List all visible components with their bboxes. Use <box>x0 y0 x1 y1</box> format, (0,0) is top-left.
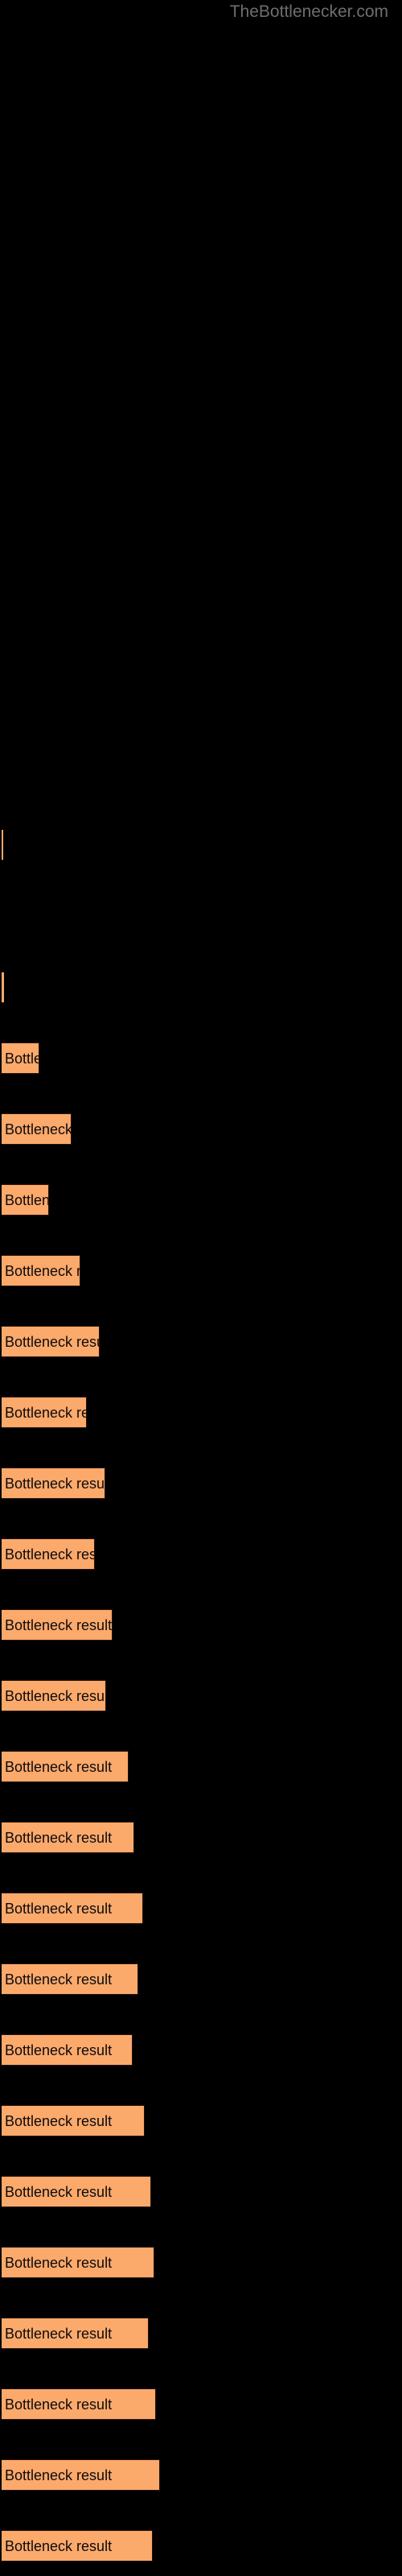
bottleneck-bar-chart: Bottleneck result Bottleneck result Bottle… <box>0 0 402 2576</box>
bar-bottleneck-result[interactable]: Bottleneck result <box>2 2034 133 2066</box>
bar-bottleneck-result[interactable]: Bottleneck result <box>2 2247 154 2278</box>
bar-bottleneck-result[interactable]: Bottleneck result <box>2 2176 151 2207</box>
bar-label: Bottleneck result <box>5 1333 99 1350</box>
bar-label: Bottleneck result <box>5 1971 113 1988</box>
bar-label: Bottleneck result <box>5 1687 106 1704</box>
bar-label: Bottleneck result <box>5 1050 39 1067</box>
bar-bottleneck-result[interactable]: Bottleneck result <box>2 1184 49 1216</box>
bar-bottleneck-result[interactable]: Bottleneck result <box>2 1326 100 1357</box>
bar-label: Bottleneck result <box>5 2041 113 2058</box>
bar-label: Bottleneck result <box>5 2254 113 2271</box>
bar-label: Bottleneck result <box>5 2467 113 2483</box>
bar-bottleneck-result[interactable]: Bottleneck result <box>2 2459 160 2491</box>
bar-bottleneck-result[interactable]: Bottleneck result <box>2 1042 39 1074</box>
bar-bottleneck-result[interactable]: Bottleneck result <box>2 1963 138 1995</box>
bar-label: Bottleneck result <box>5 1262 80 1279</box>
bar-label: Bottleneck result <box>5 1475 105 1492</box>
bar-label: Bottleneck result <box>5 1191 49 1208</box>
bar-bottleneck-result[interactable]: Bottleneck result <box>2 1822 134 1853</box>
bar-bottleneck-result[interactable]: Bottleneck result <box>2 1538 95 1570</box>
bar-label: Bottleneck result <box>5 2325 113 2342</box>
bar-label: Bottleneck result <box>5 1546 95 1563</box>
bar-bottleneck-result[interactable]: Bottleneck result <box>2 1255 80 1286</box>
bar-label: Bottleneck result <box>5 2112 113 2129</box>
bar-bottleneck-result[interactable]: Bottleneck result <box>2 1609 113 1641</box>
bar-bottleneck-result[interactable]: Bottleneck result <box>2 1680 106 1711</box>
bar-label: Bottleneck result <box>5 1404 86 1421</box>
bar-bottleneck-result[interactable]: Bottleneck result <box>2 1468 105 1499</box>
bar-label: Bottleneck result <box>5 1758 113 1775</box>
bar-bottleneck-result[interactable]: Bottleneck result <box>2 972 4 1003</box>
bar-bottleneck-result[interactable]: Bottleneck result <box>2 2388 156 2420</box>
bar-bottleneck-result[interactable]: Bottleneck result <box>2 1893 143 1924</box>
bar-bottleneck-result[interactable]: Bottleneck result <box>2 1113 72 1145</box>
bar-label: Bottleneck result <box>5 1900 113 1917</box>
bar-label: Bottleneck result <box>5 2396 113 2413</box>
bar-label: Bottleneck result <box>5 2537 113 2554</box>
bar-label: Bottleneck result <box>5 1121 72 1137</box>
bar-label: Bottleneck result <box>5 1616 113 1633</box>
bar-label: Bottleneck result <box>5 1829 113 1846</box>
bar-bottleneck-result[interactable]: Bottleneck result <box>2 2530 153 2562</box>
bar-bottleneck-result[interactable]: Bottleneck result <box>2 1397 87 1428</box>
bar-bottleneck-result[interactable]: Bottleneck result <box>2 2318 149 2349</box>
bar-bottleneck-result[interactable]: Bottleneck result <box>2 2105 145 2136</box>
bar-bottleneck-result[interactable]: Bottleneck result <box>2 1751 129 1782</box>
bar-label: Bottleneck result <box>5 2183 113 2200</box>
bar-bottleneck-result[interactable]: Bottleneck result <box>2 829 3 861</box>
